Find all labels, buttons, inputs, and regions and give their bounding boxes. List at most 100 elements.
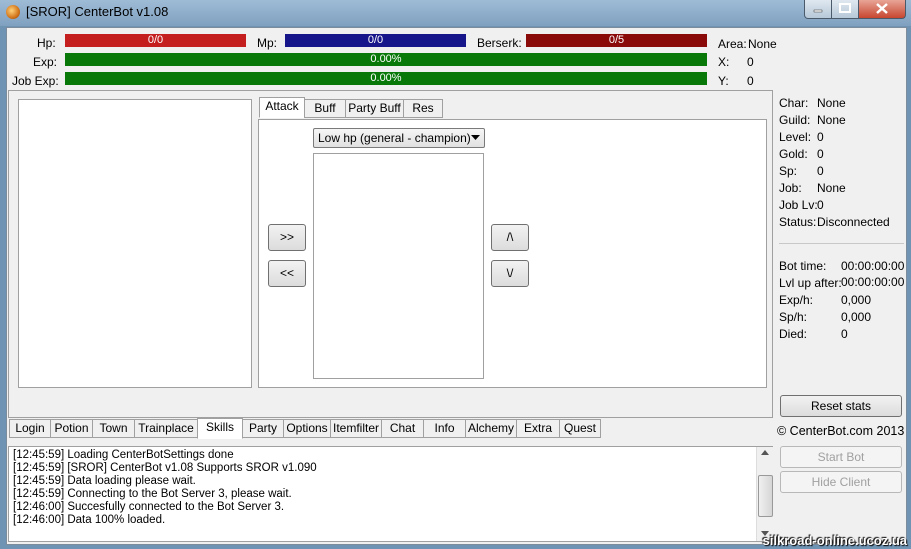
dropdown-value: Low hp (general - champion) [318, 131, 471, 145]
tab-skills[interactable]: Skills [197, 418, 243, 439]
lvl-up-after-value: 00:00:00:00 [841, 275, 905, 289]
tab-alchemy[interactable]: Alchemy [465, 419, 517, 438]
tab-chat[interactable]: Chat [381, 419, 424, 438]
died-value: 0 [841, 327, 848, 341]
hp-bar: 0/0 [65, 34, 246, 47]
tab-quest[interactable]: Quest [559, 419, 601, 438]
area-label: Area: [718, 37, 747, 51]
chevron-down-icon [471, 135, 480, 140]
tab-options[interactable]: Options [283, 419, 331, 438]
skills-tab-panel: Attack Buff Party Buff Res Low hp (gener… [8, 90, 773, 418]
log-line: [12:45:59] Data loading please wait. [13, 475, 196, 487]
job-lv-label: Job Lv: [779, 198, 818, 212]
log-line: [12:46:00] Succesfully connected to the … [13, 501, 285, 513]
window-title: [SROR] CenterBot v1.08 [26, 4, 169, 19]
exp-per-hour-label: Exp/h: [779, 293, 814, 307]
y-value: 0 [747, 74, 754, 88]
tab-trainplace[interactable]: Trainplace [134, 419, 198, 438]
job-value: None [817, 181, 846, 195]
status-label: Status: [779, 215, 817, 229]
client-area: Hp: 0/0 Mp: 0/0 Berserk: 0/5 Exp: 0.00% … [6, 27, 907, 545]
job-label: Job: [779, 181, 802, 195]
close-button[interactable] [858, 0, 906, 19]
log-scrollbar[interactable] [756, 447, 773, 541]
tab-buff[interactable]: Buff [304, 99, 346, 118]
tab-party[interactable]: Party [242, 419, 284, 438]
app-icon [6, 5, 20, 19]
tab-party-buff[interactable]: Party Buff [345, 99, 404, 118]
tab-attack[interactable]: Attack [259, 97, 305, 118]
attack-panel: Low hp (general - champion) [258, 119, 767, 388]
reset-stats-button[interactable]: Reset stats [780, 395, 902, 417]
attack-skill-list[interactable] [313, 153, 484, 379]
maximize-button[interactable] [831, 0, 859, 19]
level-value: 0 [817, 130, 824, 144]
character-info: Char: None Guild: None Level: 0 Gold: 0 … [779, 94, 904, 234]
tab-res[interactable]: Res [403, 99, 443, 118]
start-bot-button[interactable]: Start Bot [780, 446, 902, 468]
tab-info[interactable]: Info [423, 419, 466, 438]
level-label: Level: [779, 130, 812, 144]
gold-label: Gold: [779, 147, 808, 161]
log-line: [12:46:00] Data 100% loaded. [13, 514, 166, 526]
copyright-text: © CenterBot.com 2013 [777, 424, 905, 438]
job-exp-label: Job Exp: [12, 74, 59, 88]
job-lv-value: 0 [817, 198, 824, 212]
exp-label: Exp: [33, 55, 58, 69]
guild-value: None [817, 113, 846, 127]
tab-town[interactable]: Town [92, 419, 135, 438]
hp-label: Hp: [37, 36, 56, 50]
y-label: Y: [718, 74, 729, 88]
log-lines: [12:45:59] Loading CenterBotSettings don… [13, 449, 317, 527]
minimize-button[interactable] [804, 0, 832, 19]
maximize-icon [839, 3, 851, 13]
char-label: Char: [779, 96, 809, 110]
guild-label: Guild: [779, 113, 811, 127]
log-box[interactable]: [12:45:59] Loading CenterBotSettings don… [8, 446, 773, 542]
x-value: 0 [747, 55, 754, 69]
berserk-label: Berserk: [477, 36, 522, 50]
remove-skill-button[interactable]: << [268, 260, 306, 287]
char-value: None [817, 96, 846, 110]
sp-per-hour-label: Sp/h: [779, 310, 808, 324]
hide-client-button[interactable]: Hide Client [780, 471, 902, 493]
log-line: [12:45:59] Loading CenterBotSettings don… [13, 449, 234, 461]
tab-extra[interactable]: Extra [516, 419, 560, 438]
bot-stats: Bot time: 00:00:00:00 Lvl up after: 00:0… [779, 257, 904, 347]
gold-value: 0 [817, 147, 824, 161]
attack-mode-dropdown[interactable]: Low hp (general - champion) [313, 128, 485, 148]
tab-login[interactable]: Login [9, 419, 51, 438]
sp-per-hour-value: 0,000 [841, 310, 872, 324]
tab-potion[interactable]: Potion [50, 419, 93, 438]
sp-value: 0 [817, 164, 824, 178]
area-value: None [748, 37, 777, 51]
status-value: Disconnected [817, 215, 890, 229]
add-skill-button[interactable]: >> [268, 224, 306, 251]
minimize-icon [813, 9, 823, 13]
died-label: Died: [779, 327, 808, 341]
divider [779, 243, 904, 244]
move-down-button[interactable]: \/ [491, 260, 529, 287]
log-line: [12:45:59] Connecting to the Bot Server … [13, 488, 292, 500]
main-tabs: Login Potion Town Trainplace Skills Part… [9, 418, 769, 439]
bot-time-label: Bot time: [779, 259, 827, 273]
job-exp-bar: 0.00% [65, 72, 707, 85]
berserk-bar: 0/5 [526, 34, 707, 47]
move-up-button[interactable]: /\ [491, 224, 529, 251]
close-icon [876, 3, 888, 14]
sp-label: Sp: [779, 164, 798, 178]
bot-time-value: 00:00:00:00 [841, 259, 905, 273]
skill-list[interactable] [18, 99, 252, 388]
skill-category-tabs: Attack Buff Party Buff Res [259, 97, 769, 119]
log-line: [12:45:59] [SROR] CenterBot v1.08 Suppor… [13, 462, 317, 474]
x-label: X: [718, 55, 730, 69]
mp-bar: 0/0 [285, 34, 466, 47]
scroll-thumb[interactable] [758, 475, 773, 517]
scroll-up-icon[interactable] [761, 450, 769, 455]
exp-per-hour-value: 0,000 [841, 293, 872, 307]
mp-label: Mp: [257, 36, 278, 50]
lvl-up-after-label: Lvl up after: [779, 276, 842, 290]
exp-bar: 0.00% [65, 53, 707, 66]
watermark-text: silkroad-online.ucoz.ua [762, 533, 907, 548]
tab-itemfilter[interactable]: Itemfilter [330, 419, 382, 438]
